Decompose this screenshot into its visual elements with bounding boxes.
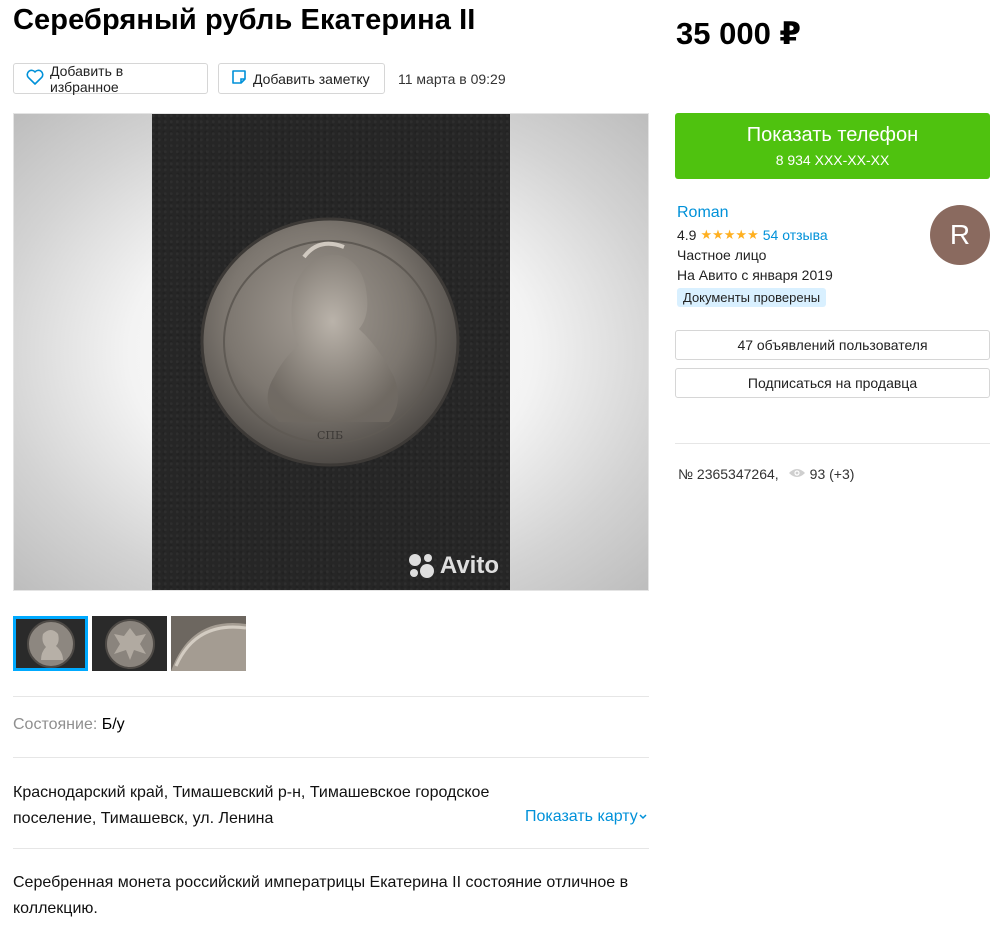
phone-number-masked: 8 934 XXX-XX-XX [775,152,890,168]
thumbnail-strip [13,616,250,671]
user-listings-button[interactable]: 47 объявлений пользователя [675,330,990,360]
avito-logo-icon [408,554,434,578]
ad-number: № 2365347264, [678,466,779,482]
seller-rating: 4.9 ★★★★★ 54 отзыва [677,227,927,243]
show-phone-label: Показать телефон [746,124,919,146]
main-photo[interactable]: СПБ Avito [152,114,510,590]
seller-type: Частное лицо [677,247,767,263]
coin-image: СПБ [200,217,460,467]
star-icon: ★★★★★ [700,227,759,242]
thumbnail-coin-edge[interactable] [171,616,246,671]
views-count: 93 (+3) [809,466,855,482]
section-divider [13,848,649,849]
seller-info: Roman 4.9 ★★★★★ 54 отзыва Частное лицо Н… [677,204,927,307]
documents-verified-badge: Документы проверены [677,288,827,307]
avito-watermark: Avito [406,552,499,580]
chevron-down-icon [638,808,648,826]
section-divider [13,757,649,758]
add-to-favorites-label: Добавить в избранное [50,62,124,95]
section-divider [13,696,649,697]
subscribe-seller-button[interactable]: Подписаться на продавца [675,368,990,398]
note-icon [231,69,253,88]
show-map-link[interactable]: Показать карту [525,808,648,826]
address-text: Краснодарский край, Тимашевский р-н, Тим… [13,784,490,827]
thumbnail-coin-obverse[interactable] [13,616,88,671]
add-to-favorites-button[interactable]: Добавить в избранное [13,62,208,95]
show-map-label: Показать карту [525,808,638,825]
avito-watermark-text: Avito [439,552,499,579]
listing-actions: Добавить в избранное Добавить заметку 11… [13,62,506,95]
description-text: Серебренная монета российский императриц… [13,874,629,917]
listing-date: 11 марта в 09:29 [398,70,506,87]
condition-label: Состояние: [13,716,98,733]
listing-title: Серебряный рубль Екатерина II [13,4,476,36]
listing-meta: № 2365347264, 93 (+3) [678,466,854,482]
show-phone-button[interactable]: Показать телефон 8 934 XXX-XX-XX [675,113,990,179]
eye-icon [779,466,810,482]
seller-name-link[interactable]: Roman [677,204,927,222]
reviews-link[interactable]: 54 отзыва [763,227,828,243]
add-note-button[interactable]: Добавить заметку [218,63,385,94]
condition-param: Состояние: Б/у [13,716,125,734]
rating-value: 4.9 [677,227,697,243]
thumbnail-coin-reverse[interactable] [92,616,167,671]
condition-value: Б/у [101,716,125,733]
photo-gallery[interactable]: СПБ Avito [13,113,649,591]
add-note-label: Добавить заметку [253,70,370,87]
avatar[interactable]: R [930,205,990,265]
seller-since: На Авито с января 2019 [677,267,833,283]
price: 35 000 ₽ [676,16,801,51]
sidebar-divider [675,443,990,444]
svg-text:СПБ: СПБ [317,429,343,442]
heart-icon [26,69,50,88]
